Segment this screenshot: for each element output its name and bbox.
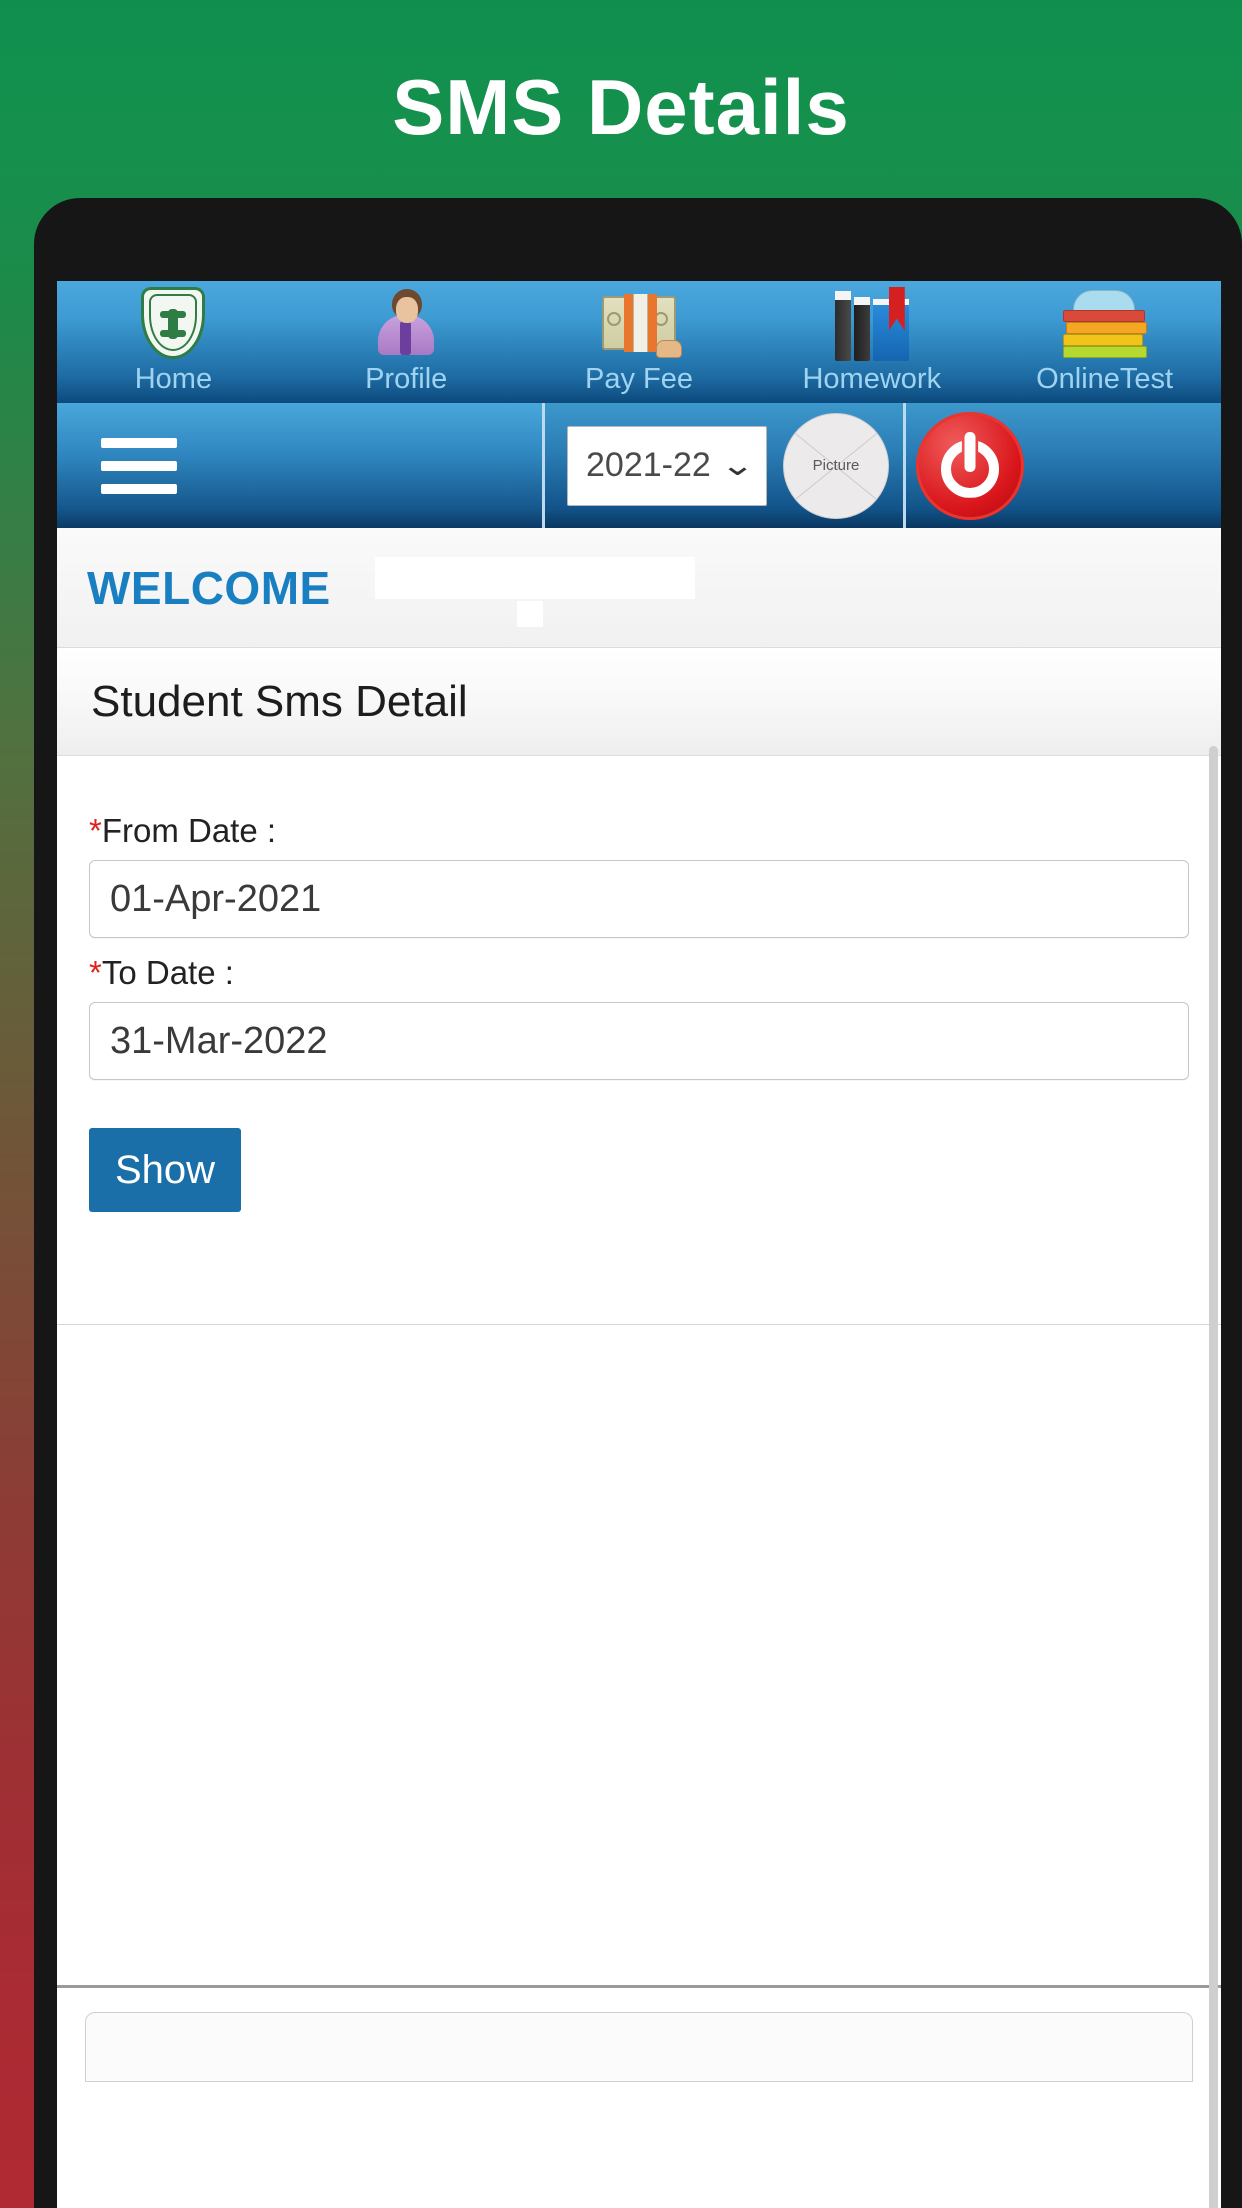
to-date-input[interactable]: 31-Mar-2022 (89, 1002, 1189, 1080)
from-date-label-text: From Date : (101, 812, 277, 849)
user-avatar-icon (376, 287, 436, 359)
app-toolbar: 2021-22 ⌄ Picture (57, 403, 1221, 528)
redacted-user-name-extra (517, 601, 543, 627)
results-empty-area-2 (57, 1655, 1221, 1985)
top-icon-nav: Home Profile Pay Fee Homework OnlineTest (57, 281, 1221, 403)
book-stack-icon (1062, 287, 1147, 359)
to-date-value: 31-Mar-2022 (110, 1019, 328, 1062)
nav-item-onlinetest[interactable]: OnlineTest (988, 281, 1221, 403)
panel-spacer (89, 1212, 1189, 1324)
from-date-value: 01-Apr-2021 (110, 877, 322, 920)
nav-item-pay-fee[interactable]: Pay Fee (523, 281, 756, 403)
to-date-label-text: To Date : (101, 954, 234, 991)
screen: SMS Details Home Profile Pay Fee Homewor… (0, 0, 1242, 2208)
session-year-value: 2021-22 (586, 446, 711, 484)
welcome-label: WELCOME (87, 561, 331, 614)
from-date-input[interactable]: 01-Apr-2021 (89, 860, 1189, 938)
sms-detail-panel: Student Sms Detail *From Date : 01-Apr-2… (57, 648, 1221, 2082)
bottom-rule (57, 1985, 1221, 1988)
chevron-down-icon: ⌄ (719, 449, 756, 482)
avatar[interactable]: Picture (783, 412, 889, 519)
panel-body: *From Date : 01-Apr-2021 *To Date : 31-M… (57, 756, 1221, 1324)
required-marker-to: * (89, 954, 102, 991)
redacted-user-name (375, 557, 695, 599)
nav-item-home[interactable]: Home (57, 281, 290, 403)
books-icon (833, 287, 911, 361)
results-empty-area (57, 1325, 1221, 1655)
to-date-label: *To Date : (89, 954, 1189, 992)
toolbar-left (57, 403, 542, 528)
toolbar-right: 2021-22 ⌄ Picture (542, 403, 1221, 528)
nav-label-profile: Profile (365, 363, 448, 395)
power-logout-icon[interactable] (916, 411, 1024, 520)
welcome-bar: WELCOME (57, 528, 1221, 648)
required-marker-from: * (89, 812, 102, 849)
bottom-card (85, 2012, 1193, 2082)
content-scrollbar[interactable] (1209, 746, 1218, 2208)
page-title: SMS Details (392, 63, 850, 151)
avatar-placeholder-text: Picture (812, 457, 860, 474)
nav-label-home: Home (134, 363, 213, 395)
nav-label-pay-fee: Pay Fee (584, 363, 693, 395)
phone-screen: Home Profile Pay Fee Homework OnlineTest… (57, 281, 1221, 2208)
hamburger-menu-icon[interactable] (101, 437, 177, 494)
money-cash-icon (601, 287, 682, 359)
toolbar-divider (903, 403, 906, 528)
nav-label-homework: Homework (802, 363, 942, 395)
show-button[interactable]: Show (89, 1128, 242, 1212)
nav-item-homework[interactable]: Homework (755, 281, 988, 403)
session-year-select[interactable]: 2021-22 ⌄ (567, 425, 767, 506)
nav-item-profile[interactable]: Profile (290, 281, 523, 403)
panel-heading: Student Sms Detail (57, 648, 1221, 756)
phone-frame: Home Profile Pay Fee Homework OnlineTest… (34, 198, 1242, 2208)
nav-label-onlinetest: OnlineTest (1036, 363, 1174, 395)
school-crest-icon (141, 287, 206, 359)
from-date-label: *From Date : (89, 812, 1189, 850)
